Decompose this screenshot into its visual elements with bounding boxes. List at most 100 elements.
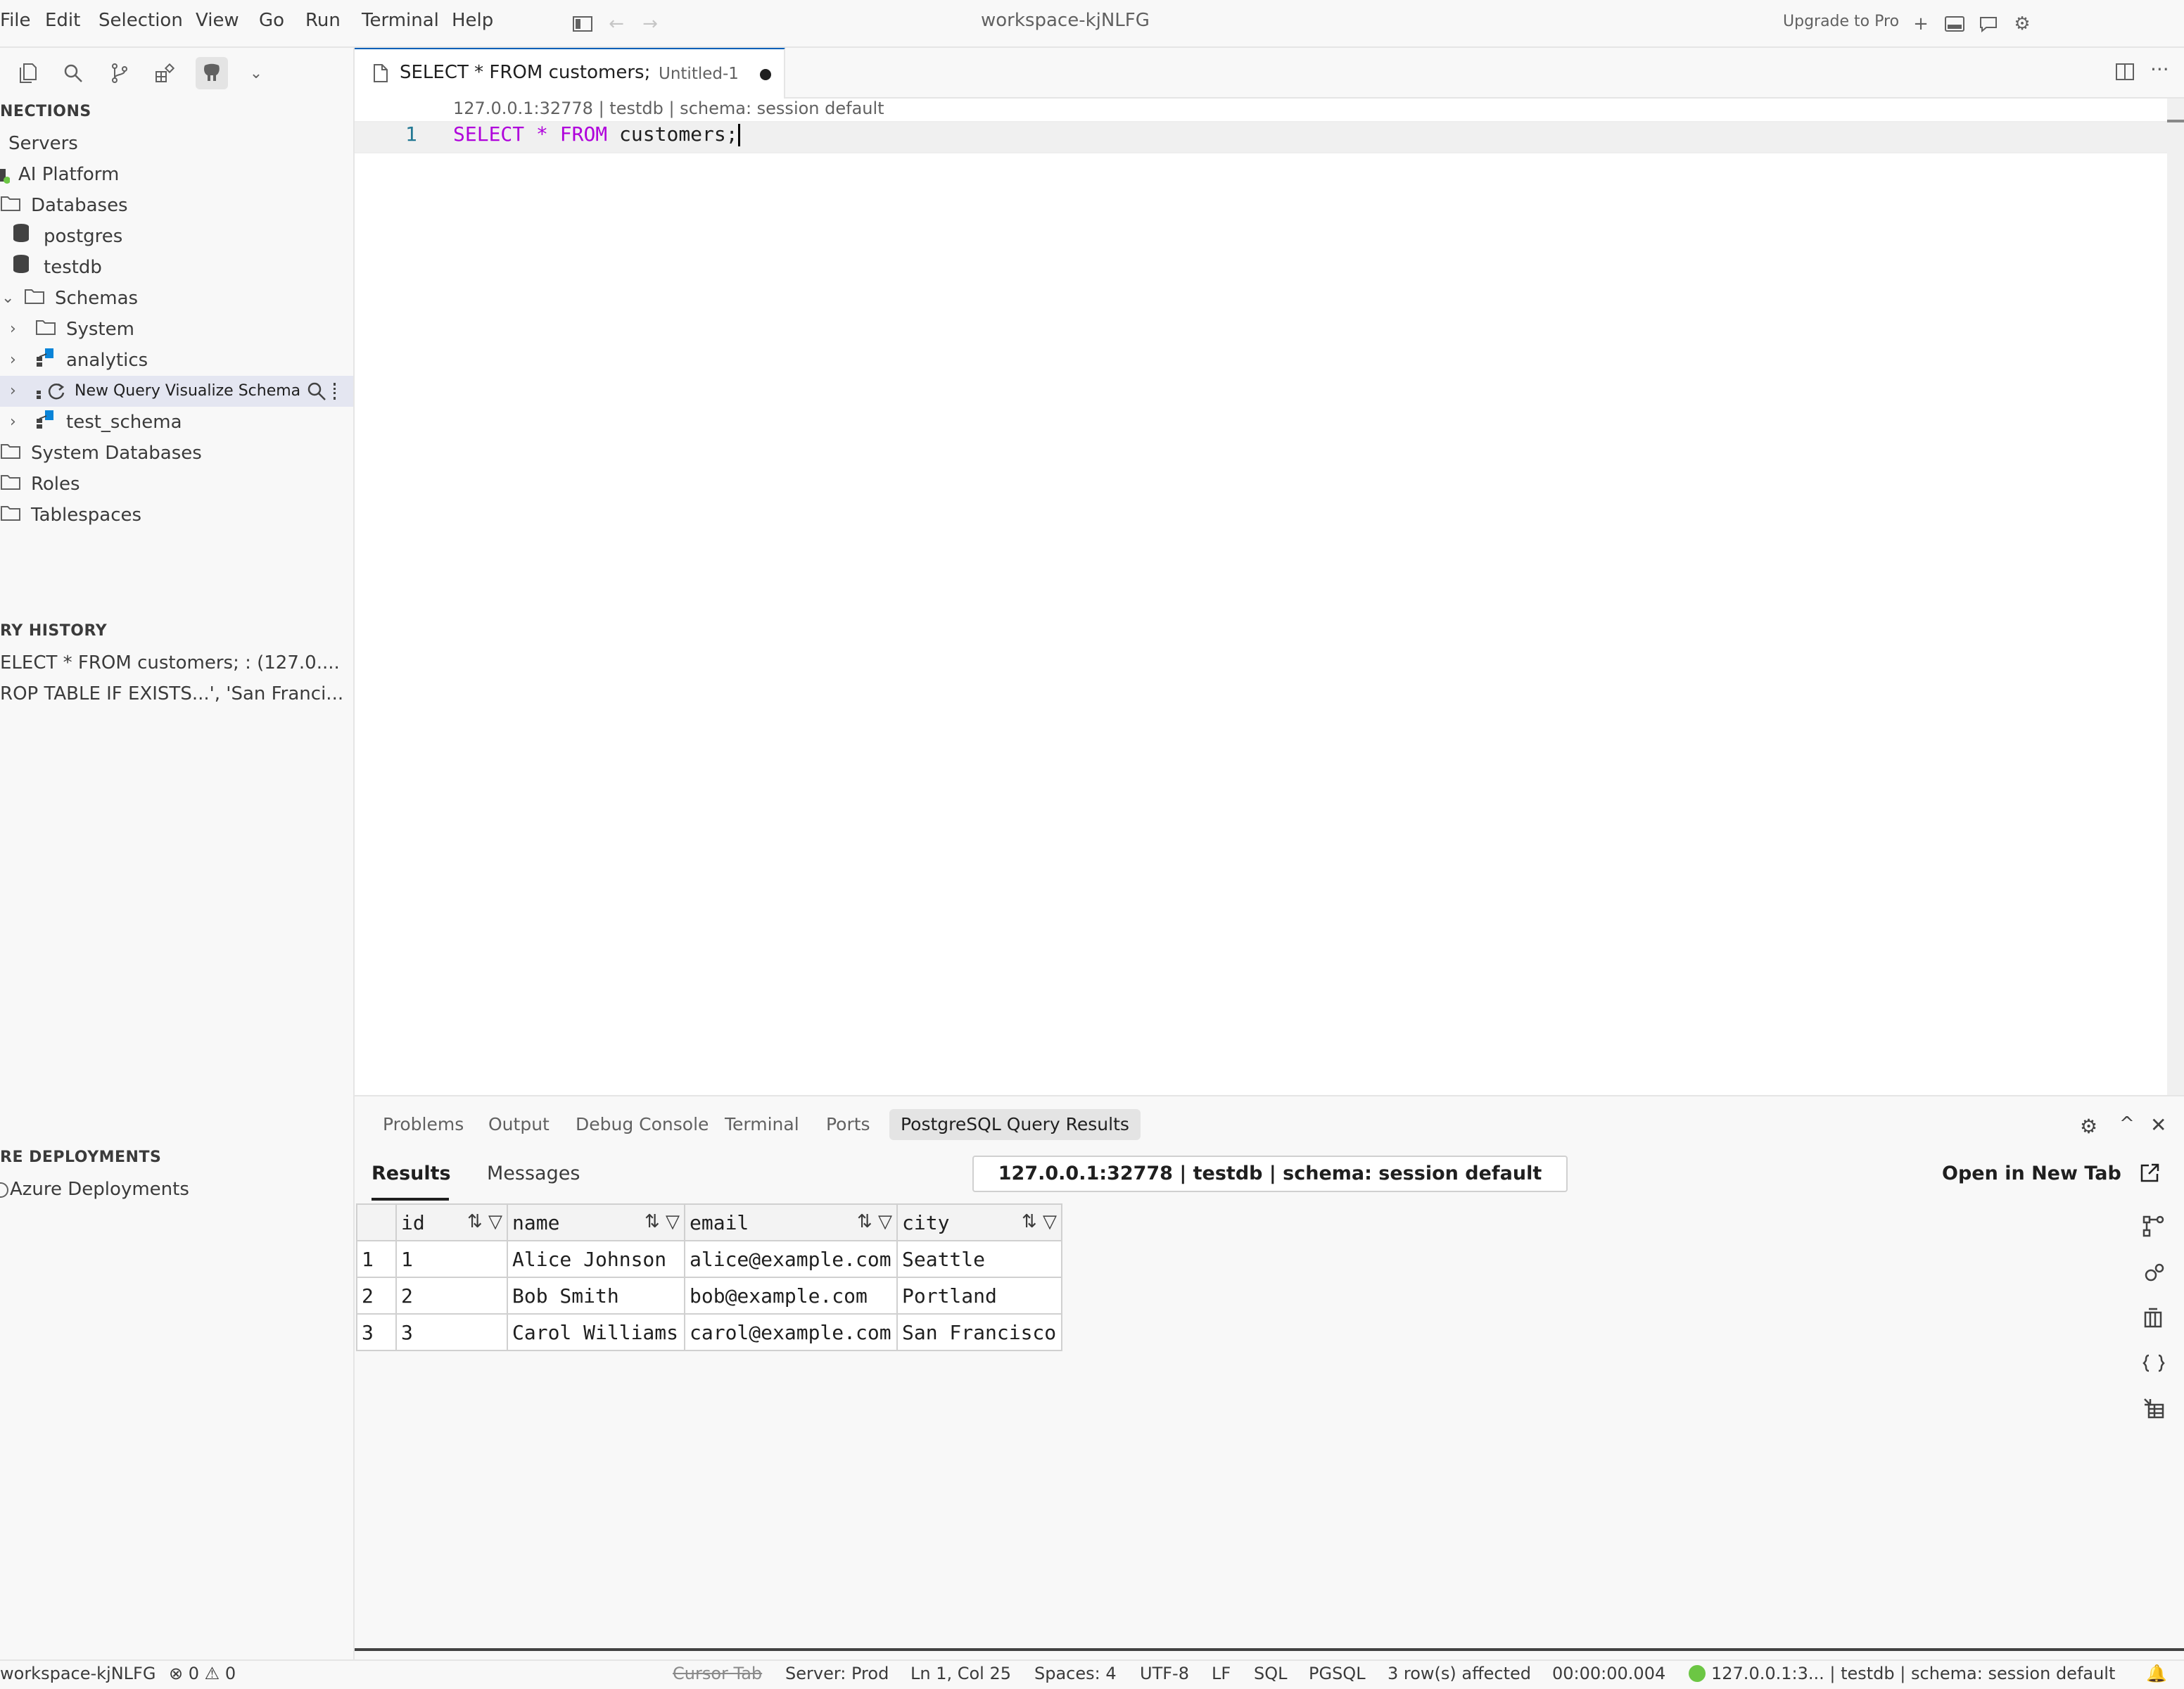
refresh-icon[interactable] — [46, 381, 66, 404]
sort-filter-icons[interactable]: ⇅ ▽ — [645, 1211, 680, 1232]
chevron-down-icon[interactable]: ⌄ — [242, 59, 270, 87]
menu-file[interactable]: File — [0, 10, 31, 31]
query-history-header[interactable]: RY HISTORY — [0, 622, 107, 640]
status-spaces[interactable]: Spaces: 4 — [1034, 1664, 1117, 1683]
column-header-email[interactable]: email ⇅ ▽ — [684, 1203, 898, 1241]
chevron-down-icon[interactable]: ⌄ — [1, 283, 14, 314]
cell-id[interactable]: 1 — [395, 1240, 508, 1278]
results-grid[interactable]: id ⇅ ▽ name ⇅ ▽ email ⇅ ▽ city ⇅ ▽ 1 1 Alice… — [356, 1203, 1062, 1351]
cell-email[interactable]: alice@example.com — [684, 1240, 898, 1278]
tab-ports[interactable]: Ports — [815, 1109, 882, 1140]
cell-email[interactable]: carol@example.com — [684, 1313, 898, 1351]
table-row[interactable]: 1 1 Alice Johnson alice@example.com Seat… — [356, 1240, 1062, 1278]
menu-selection[interactable]: Selection — [99, 10, 183, 31]
copy-with-headers-icon[interactable] — [2142, 1215, 2166, 1241]
tree-db-testdb[interactable]: testdb — [13, 252, 102, 283]
tree-schema-test[interactable]: test_schema — [35, 407, 182, 438]
chat-icon[interactable] — [1976, 11, 2001, 37]
export-json-icon[interactable] — [2142, 1351, 2166, 1378]
deployments-header[interactable]: RE DEPLOYMENTS — [0, 1149, 161, 1166]
tree-roles[interactable]: Roles — [0, 469, 80, 500]
tree-servers[interactable]: Servers — [8, 128, 78, 159]
tree-databases[interactable]: Databases — [0, 190, 128, 221]
add-icon[interactable]: + — [1908, 11, 1934, 37]
unsaved-dot-icon[interactable] — [760, 69, 771, 80]
deployments-item[interactable]: Azure Deployments — [0, 1174, 189, 1205]
editor-tab[interactable]: SELECT * FROM customers; Untitled-1 — [355, 48, 785, 99]
cell-city[interactable]: San Francisco — [896, 1313, 1062, 1351]
codelens-connection[interactable]: 127.0.0.1:32778 | testdb | schema: sessi… — [453, 99, 884, 118]
tree-schemas[interactable]: Schemas — [24, 283, 138, 314]
table-row[interactable]: 3 3 Carol Williams carol@example.com San… — [356, 1313, 1062, 1351]
tab-problems[interactable]: Problems — [372, 1109, 475, 1140]
status-language[interactable]: SQL — [1254, 1664, 1288, 1683]
sort-filter-icons[interactable]: ⇅ ▽ — [467, 1211, 502, 1232]
cell-city[interactable]: Portland — [896, 1277, 1062, 1315]
subtab-messages[interactable]: Messages — [487, 1163, 580, 1184]
connections-header[interactable]: NECTIONS — [0, 103, 91, 120]
status-eol[interactable]: LF — [1212, 1664, 1231, 1683]
chevron-right-icon[interactable]: › — [10, 345, 16, 376]
chevron-right-icon[interactable]: › — [10, 314, 16, 345]
toggle-sidebar-icon[interactable] — [570, 11, 595, 37]
menu-edit[interactable]: Edit — [45, 10, 80, 31]
chevron-right-icon[interactable]: › — [10, 376, 16, 407]
source-control-icon[interactable] — [106, 59, 134, 87]
menu-view[interactable]: View — [196, 10, 239, 31]
status-dialect[interactable]: PGSQL — [1309, 1664, 1366, 1683]
split-editor-icon[interactable] — [2115, 62, 2135, 84]
chevron-right-icon[interactable]: › — [10, 407, 16, 438]
search-icon[interactable] — [59, 59, 87, 87]
cell-name[interactable]: Carol Williams — [507, 1313, 685, 1351]
sort-filter-icons[interactable]: ⇅ ▽ — [857, 1211, 892, 1232]
status-encoding[interactable]: UTF-8 — [1140, 1664, 1189, 1683]
tree-system-databases[interactable]: System Databases — [0, 438, 202, 469]
search-icon[interactable] — [307, 381, 326, 404]
external-link-icon[interactable] — [2139, 1163, 2160, 1187]
cell-city[interactable]: Seattle — [896, 1240, 1062, 1278]
tab-postgresql-query-results[interactable]: PostgreSQL Query Results — [889, 1109, 1141, 1140]
cell-name[interactable]: Alice Johnson — [507, 1240, 685, 1278]
column-header-city[interactable]: city ⇅ ▽ — [896, 1203, 1062, 1241]
tree-db-postgres[interactable]: postgres — [13, 221, 122, 252]
menu-go[interactable]: Go — [259, 10, 284, 31]
tree-row-hovered[interactable]: › New Query Visualize Schema — [0, 376, 353, 407]
maximize-panel-chevron-icon[interactable]: ^ — [2119, 1113, 2135, 1134]
tree-schema-system[interactable]: System — [35, 314, 134, 345]
subtab-results[interactable]: Results — [372, 1163, 451, 1184]
hover-actions-label[interactable]: New Query Visualize Schema — [75, 376, 300, 407]
extensions-icon[interactable] — [151, 59, 179, 87]
explorer-icon[interactable] — [14, 59, 42, 87]
column-header-name[interactable]: name ⇅ ▽ — [507, 1203, 685, 1241]
open-in-new-tab-button[interactable]: Open in New Tab — [1942, 1163, 2121, 1184]
menu-terminal[interactable]: Terminal — [362, 10, 439, 31]
panel-settings-gear-icon[interactable]: ⚙ — [2080, 1115, 2097, 1138]
more-actions-icon[interactable]: ··· — [2150, 58, 2169, 81]
table-row[interactable]: 2 2 Bob Smith bob@example.com Portland — [356, 1277, 1062, 1315]
tab-terminal[interactable]: Terminal — [713, 1109, 811, 1140]
status-connection[interactable]: 127.0.0.1:3... | testdb | schema: sessio… — [1689, 1664, 2115, 1683]
history-item[interactable]: ELECT * FROM customers; : (127.0.... — [0, 647, 340, 678]
history-item[interactable]: ROP TABLE IF EXISTS...', 'San Franci... — [0, 678, 343, 709]
cell-id[interactable]: 3 — [395, 1313, 508, 1351]
status-cursor-tab[interactable]: Cursor Tab — [673, 1664, 762, 1683]
close-panel-icon[interactable]: ✕ — [2150, 1113, 2166, 1137]
tree-schema-analytics[interactable]: analytics — [35, 345, 148, 376]
settings-gear-icon[interactable]: ⚙ — [2010, 11, 2035, 37]
forward-arrow-icon[interactable]: → — [637, 11, 663, 37]
filter-settings-icon[interactable] — [2142, 1261, 2166, 1288]
tree-tablespaces[interactable]: Tablespaces — [0, 500, 141, 531]
tab-output[interactable]: Output — [477, 1109, 561, 1140]
sort-filter-icons[interactable]: ⇅ ▽ — [1022, 1211, 1057, 1232]
export-excel-icon[interactable] — [2142, 1396, 2166, 1423]
cell-id[interactable]: 2 — [395, 1277, 508, 1315]
more-actions-icon[interactable] — [334, 383, 336, 400]
tree-server-ai-platform[interactable]: AI Platform — [0, 159, 119, 190]
status-problems[interactable]: ⊗ 0 ⚠ 0 — [169, 1664, 236, 1683]
cell-name[interactable]: Bob Smith — [507, 1277, 685, 1315]
postgresql-elephant-icon[interactable] — [196, 57, 228, 89]
cell-email[interactable]: bob@example.com — [684, 1277, 898, 1315]
tab-debug-console[interactable]: Debug Console — [564, 1109, 720, 1140]
editor-scrollbar[interactable] — [2167, 99, 2184, 1095]
back-arrow-icon[interactable]: ← — [604, 11, 629, 37]
